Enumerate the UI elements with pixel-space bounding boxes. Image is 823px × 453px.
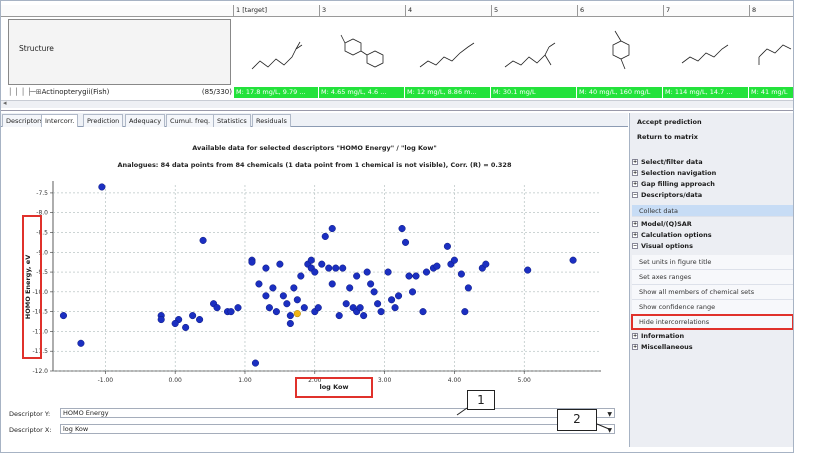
page-margin [794,0,823,453]
expand-icon[interactable]: + [632,333,638,339]
expand-icon[interactable]: + [632,221,638,227]
collapse-icon[interactable]: − [632,243,638,249]
intercorrelation-panel: Available data for selected descriptors … [1,127,628,447]
section-miscellaneous[interactable]: + Miscellaneous [632,343,793,351]
expand-icon[interactable]: + [632,159,638,165]
tab-cumul-freq[interactable]: Cumul. freq. [166,114,215,127]
column-header[interactable]: 4 [405,5,491,17]
section-select-filter[interactable]: + Select/filter data [632,158,793,166]
structure-drawing[interactable] [591,23,651,79]
scroll-left-icon[interactable]: ◂ [3,99,7,107]
structure-drawing[interactable] [753,23,794,79]
structure-drawing[interactable] [501,23,561,79]
expand-icon[interactable]: + [632,344,638,350]
section-label: Gap filling approach [641,180,715,188]
data-cell[interactable]: M: 40 mg/L, 160 mg/L [577,87,663,98]
section-visual-options[interactable]: − Visual options [632,242,793,250]
expand-icon[interactable]: + [632,170,638,176]
section-label: Model/(Q)SAR [641,220,692,228]
structure-drawing[interactable] [331,23,391,79]
expand-icon[interactable]: + [632,232,638,238]
column-header[interactable]: 5 [491,5,577,17]
column-header[interactable]: 6 [577,5,663,17]
tab-adequacy[interactable]: Adequacy [125,114,166,127]
expand-icon[interactable]: + [632,181,638,187]
section-calculation-options[interactable]: + Calculation options [632,231,793,239]
section-label: Descriptors/data [641,191,703,199]
menu-item-set-units[interactable]: Set units in figure title [632,255,793,270]
app-window: 1 [target] 3 4 5 6 7 8 Structure │ │ │ ├… [0,0,794,453]
column-header[interactable]: 7 [663,5,749,17]
structure-drawing[interactable] [676,23,736,79]
section-label: Information [641,332,685,340]
data-cell[interactable]: M: 41 mg/L [749,87,793,98]
section-label: Calculation options [641,231,712,239]
structure-row-label: Structure [8,19,231,85]
section-gap-filling[interactable]: + Gap filling approach [632,180,793,188]
accept-prediction-button[interactable]: Accept prediction [632,118,793,126]
structure-drawing[interactable] [246,23,306,79]
data-cell[interactable]: M: 4.65 mg/L, 4.6 ... [319,87,405,98]
data-cell[interactable]: M: 30.1 mg/L [491,87,577,98]
tab-intercorr[interactable]: Intercorr. [41,114,79,128]
fish-row-count: (85/330) [201,88,232,96]
data-cell[interactable]: M: 17.8 mg/L, 9.79 ... [234,87,319,98]
section-label: Select/filter data [641,158,703,166]
tab-prediction[interactable]: Prediction [83,114,124,127]
menu-item-collect-data[interactable]: Collect data [632,205,793,217]
data-matrix: 1 [target] 3 4 5 6 7 8 Structure │ │ │ ├… [1,1,794,111]
section-descriptors-data[interactable]: − Descriptors/data [632,191,793,199]
collapse-icon[interactable]: − [632,192,638,198]
column-header-target[interactable]: 1 [target] [233,5,319,17]
section-selection-navigation[interactable]: + Selection navigation [632,169,793,177]
callout-pointers [456,407,610,430]
section-information[interactable]: + Information [632,332,793,340]
action-sidebar: Accept prediction Return to matrix + Sele… [629,113,793,447]
callout-2: 2 [557,409,597,431]
section-label: Visual options [641,242,693,250]
tab-residuals[interactable]: Residuals [252,114,291,127]
data-cell[interactable]: M: 114 mg/L, 14.7 ... [663,87,749,98]
return-to-matrix-button[interactable]: Return to matrix [632,133,793,141]
menu-item-show-all-members[interactable]: Show all members of chemical sets [632,285,793,300]
tab-statistics[interactable]: Statistics [213,114,251,127]
column-header[interactable]: 3 [319,5,405,17]
section-label: Selection navigation [641,169,717,177]
menu-item-show-confidence-range[interactable]: Show confidence range [632,300,793,315]
endpoint-row-label[interactable]: │ │ │ ├─⊞Actinopterygii(Fish) (85/330) [8,87,234,98]
corner-cell [1,5,233,17]
section-model-qsar[interactable]: + Model/(Q)SAR [632,220,793,228]
structure-drawing[interactable] [416,23,476,79]
horizontal-scrollbar[interactable]: ◂ [1,99,793,108]
callout-1: 1 [467,390,495,410]
tab-bar: Descriptors Intercorr. Prediction Adequa… [1,113,628,128]
data-cell[interactable]: M: 12 mg/L, 8.86 m... [405,87,491,98]
column-header[interactable]: 8 [749,5,793,17]
menu-item-set-axes-ranges[interactable]: Set axes ranges [632,270,793,285]
section-label: Miscellaneous [641,343,693,351]
fish-row-label: Actinopterygii(Fish) [41,88,110,96]
hide-intercorrelations-highlight [631,314,793,330]
